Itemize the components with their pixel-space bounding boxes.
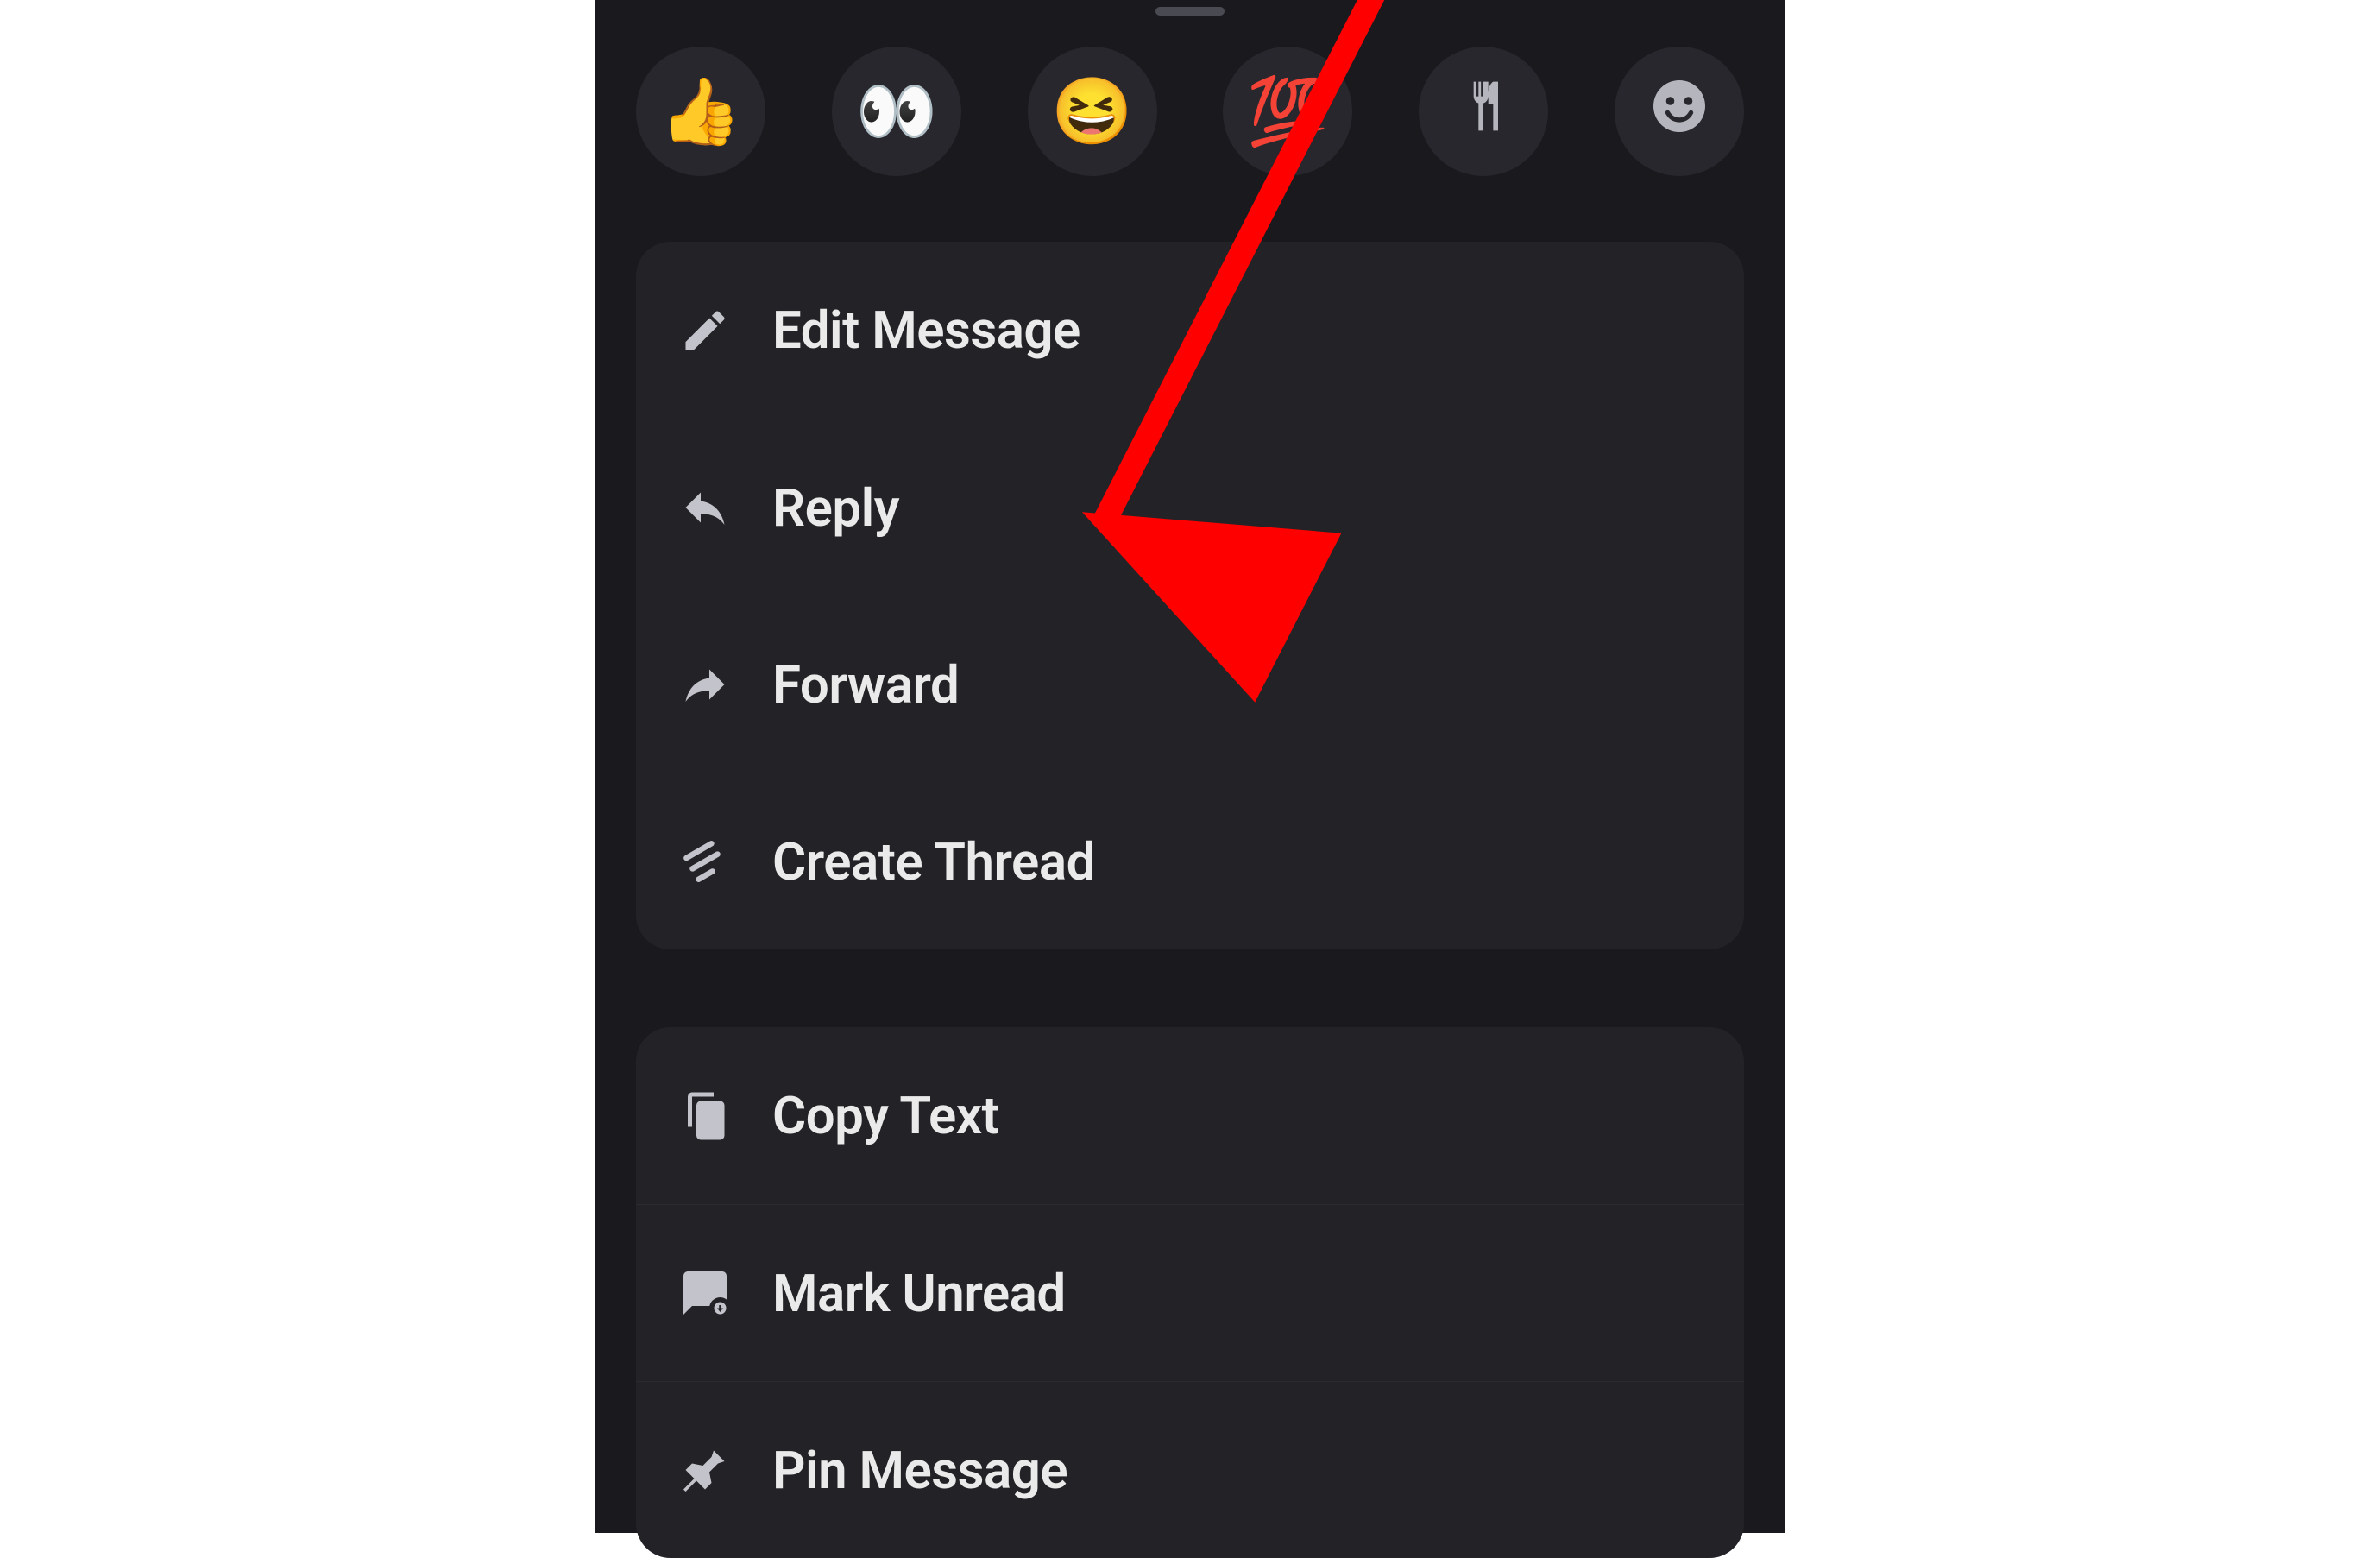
pin-message-item[interactable]: Pin Message (636, 1381, 1744, 1558)
edit-message-item[interactable]: Edit Message (636, 242, 1744, 419)
copy-text-label: Copy Text (772, 1085, 998, 1146)
pin-icon (679, 1444, 731, 1496)
thumbs-up-icon: 👍 (660, 79, 742, 144)
eyes-icon: 👀 (855, 79, 937, 144)
mark-unread-item[interactable]: Mark Unread (636, 1204, 1744, 1381)
message-actions-secondary-group: Copy Text Mark Unread Pin Message (636, 1027, 1744, 1558)
create-thread-label: Create Thread (772, 831, 1095, 893)
thread-icon (679, 836, 731, 887)
mark-unread-icon (679, 1267, 731, 1319)
quick-reactions-row: 👍 👀 😆 💯 (595, 47, 1785, 176)
message-actions-primary-group: Edit Message Reply Forward Create Thread (636, 242, 1744, 949)
laugh-icon: 😆 (1051, 79, 1133, 144)
forward-item[interactable]: Forward (636, 596, 1744, 773)
fork-knife-icon (1454, 77, 1513, 146)
forward-label: Forward (772, 654, 959, 716)
mark-unread-label: Mark Unread (772, 1263, 1066, 1324)
reply-arrow-icon (679, 482, 731, 533)
add-reaction-button[interactable] (1615, 47, 1744, 176)
forward-arrow-icon (679, 659, 731, 710)
drag-handle[interactable] (1155, 7, 1225, 16)
laugh-reaction[interactable]: 😆 (1028, 47, 1157, 176)
reply-label: Reply (772, 477, 899, 539)
eyes-reaction[interactable]: 👀 (832, 47, 961, 176)
hundred-icon: 💯 (1247, 79, 1329, 144)
message-action-sheet: 👍 👀 😆 💯 Edit Message (595, 0, 1785, 1533)
reply-item[interactable]: Reply (636, 419, 1744, 596)
edit-message-label: Edit Message (772, 300, 1080, 361)
thumbs-up-reaction[interactable]: 👍 (636, 47, 765, 176)
copy-icon (679, 1090, 731, 1142)
pin-message-label: Pin Message (772, 1440, 1067, 1501)
hundred-reaction[interactable]: 💯 (1223, 47, 1352, 176)
smile-plus-icon (1648, 75, 1710, 148)
create-thread-item[interactable]: Create Thread (636, 773, 1744, 949)
copy-text-item[interactable]: Copy Text (636, 1027, 1744, 1204)
fork-knife-reaction[interactable] (1419, 47, 1548, 176)
pencil-icon (679, 305, 731, 356)
